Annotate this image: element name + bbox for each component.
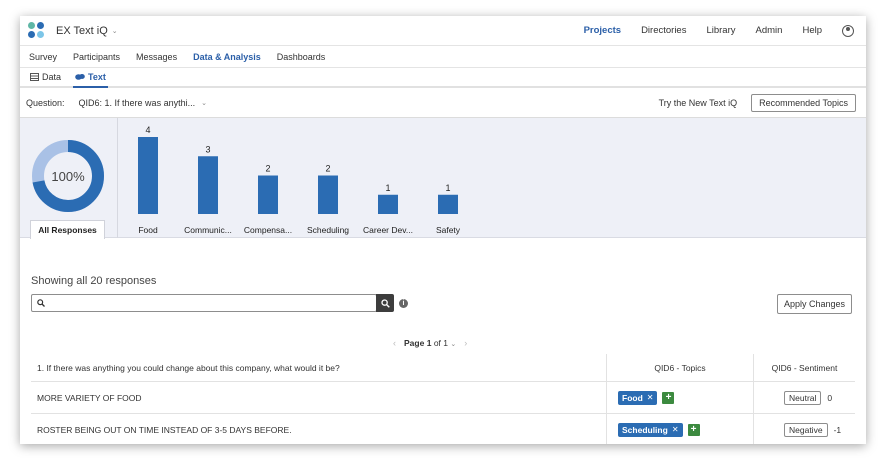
bar-category-label: Scheduling xyxy=(307,225,349,235)
bar-3[interactable] xyxy=(318,175,338,215)
topics-chart-panel: 100% All Responses 4 Food 3 Communic... 2 Com… xyxy=(20,118,866,239)
responses-table: 1. If there was anything you could chang… xyxy=(31,354,855,444)
tab-data-label: Data xyxy=(42,72,62,82)
sentiment-cell: Neutral 0 xyxy=(754,382,855,413)
page-number: 1 xyxy=(426,338,432,348)
bar-1[interactable] xyxy=(198,156,218,214)
page-indicator[interactable]: Page 1 of 1 ⌄ xyxy=(404,338,456,348)
tab-data-analysis[interactable]: Data & Analysis xyxy=(193,52,261,62)
tab-participants[interactable]: Participants xyxy=(73,52,120,62)
pagination: ‹ Page 1 of 1 ⌄ › xyxy=(393,338,467,348)
add-topic-button[interactable]: + xyxy=(687,423,700,436)
responses-count: Showing all 20 responses xyxy=(31,275,157,287)
chevron-down-icon: ⌄ xyxy=(450,341,457,348)
next-page-icon[interactable]: › xyxy=(464,338,467,348)
topics-cell: Scheduling ✕ + xyxy=(607,414,754,444)
user-account-icon[interactable] xyxy=(842,24,854,37)
nav-admin[interactable]: Admin xyxy=(756,25,783,36)
view-tabs: Data Text xyxy=(20,68,866,88)
chevron-down-icon: ⌄ xyxy=(201,99,207,107)
add-topic-button[interactable]: + xyxy=(662,391,675,404)
bar-value-label: 2 xyxy=(325,164,330,174)
topics-cell: Food ✕ + xyxy=(607,382,754,413)
topic-tag-label: Scheduling xyxy=(622,424,668,435)
bar-5[interactable] xyxy=(438,194,458,214)
bar-category-label: Food xyxy=(138,225,158,235)
top-nav: Projects Directories Library Admin Help xyxy=(584,24,854,37)
question-label: Question: xyxy=(26,97,65,108)
sentiment-select[interactable]: Neutral xyxy=(784,390,822,405)
chevron-down-icon: ⌄ xyxy=(111,27,118,35)
logo-icon xyxy=(28,21,46,40)
bar-category-label: Compensa... xyxy=(244,225,292,235)
page-total: of 1 xyxy=(433,338,448,348)
bar-2[interactable] xyxy=(258,175,278,215)
table-header: 1. If there was anything you could chang… xyxy=(31,354,855,382)
tab-data[interactable]: Data xyxy=(28,72,63,86)
info-icon[interactable]: i xyxy=(399,298,408,308)
tab-text-label: Text xyxy=(88,72,106,82)
header-sentiment: QID6 - Sentiment xyxy=(771,362,838,373)
text-bubbles-icon xyxy=(75,74,85,80)
app-name: EX Text iQ xyxy=(56,24,108,37)
response-search xyxy=(31,294,377,312)
header-question: 1. If there was anything you could chang… xyxy=(31,354,607,381)
table-row: ROSTER BEING OUT ON TIME INSTEAD OF 3-5 … xyxy=(31,414,855,444)
donut-percent-label: 100% xyxy=(51,168,85,184)
table-row: MORE VARIETY OF FOOD Food ✕ + Neutral 0 xyxy=(31,382,855,414)
bar-value-label: 3 xyxy=(205,144,210,154)
bar-0[interactable] xyxy=(138,137,158,214)
topics-bar-chart: 4 Food 3 Communic... 2 Compensa... 2 Scheduling… xyxy=(138,125,461,235)
nav-help[interactable]: Help xyxy=(802,25,822,36)
tab-messages[interactable]: Messages xyxy=(136,52,177,62)
remove-topic-icon[interactable]: ✕ xyxy=(672,425,679,434)
recommended-topics-button[interactable]: Recommended Topics xyxy=(751,93,856,112)
bar-value-label: 1 xyxy=(445,183,450,193)
search-button[interactable] xyxy=(376,294,394,312)
nav-directories[interactable]: Directories xyxy=(641,25,686,36)
header-topics: QID6 - Topics xyxy=(607,354,754,381)
remove-topic-icon[interactable]: ✕ xyxy=(647,393,654,402)
bar-4[interactable] xyxy=(378,194,398,214)
bar-category-label: Communic... xyxy=(184,225,232,235)
apply-changes-button[interactable]: Apply Changes xyxy=(776,294,852,314)
tab-text[interactable]: Text xyxy=(73,72,108,88)
response-text: ROSTER BEING OUT ON TIME INSTEAD OF 3-5 … xyxy=(31,414,607,444)
bar-value-label: 1 xyxy=(385,183,390,193)
project-nav: Survey Participants Messages Data & Anal… xyxy=(20,46,866,68)
search-input[interactable] xyxy=(49,298,376,308)
question-value: QID6: 1. If there was anythi... xyxy=(78,97,196,108)
search-row: i xyxy=(31,294,408,312)
search-icon xyxy=(37,299,45,307)
topic-tag[interactable]: Food ✕ xyxy=(618,390,658,405)
bar-value-label: 4 xyxy=(145,125,150,135)
topic-tag-label: Food xyxy=(622,392,643,403)
try-new-text-iq-link[interactable]: Try the New Text iQ xyxy=(659,98,738,108)
nav-projects[interactable]: Projects xyxy=(584,25,622,36)
page-prefix: Page xyxy=(404,338,425,348)
bar-value-label: 2 xyxy=(265,164,270,174)
response-text: MORE VARIETY OF FOOD xyxy=(31,382,607,413)
app-window: EX Text iQ ⌄ Projects Directories Librar… xyxy=(20,16,866,444)
sentiment-select[interactable]: Negative xyxy=(784,422,828,437)
nav-library[interactable]: Library xyxy=(706,25,735,36)
question-bar: Question: QID6: 1. If there was anythi..… xyxy=(20,88,866,118)
top-bar: EX Text iQ ⌄ Projects Directories Librar… xyxy=(20,16,866,46)
question-select[interactable]: QID6: 1. If there was anythi... ⌄ xyxy=(79,98,207,108)
donut-area: 100% All Responses xyxy=(20,118,118,239)
tab-survey[interactable]: Survey xyxy=(29,52,57,62)
table-icon xyxy=(30,73,39,81)
search-icon xyxy=(380,298,390,308)
app-switcher[interactable]: EX Text iQ ⌄ xyxy=(56,25,118,37)
prev-page-icon[interactable]: ‹ xyxy=(393,338,396,348)
bar-category-label: Safety xyxy=(436,225,461,235)
tab-dashboards[interactable]: Dashboards xyxy=(277,52,326,62)
all-responses-tab[interactable]: All Responses xyxy=(30,220,105,239)
sentiment-cell: Negative -1 xyxy=(754,414,855,444)
bar-category-label: Career Dev... xyxy=(363,225,413,235)
sentiment-score: 0 xyxy=(827,392,833,403)
sentiment-score: -1 xyxy=(833,424,842,435)
question-actions: Try the New Text iQ Recommended Topics xyxy=(659,93,856,112)
topic-tag[interactable]: Scheduling ✕ xyxy=(618,422,683,437)
